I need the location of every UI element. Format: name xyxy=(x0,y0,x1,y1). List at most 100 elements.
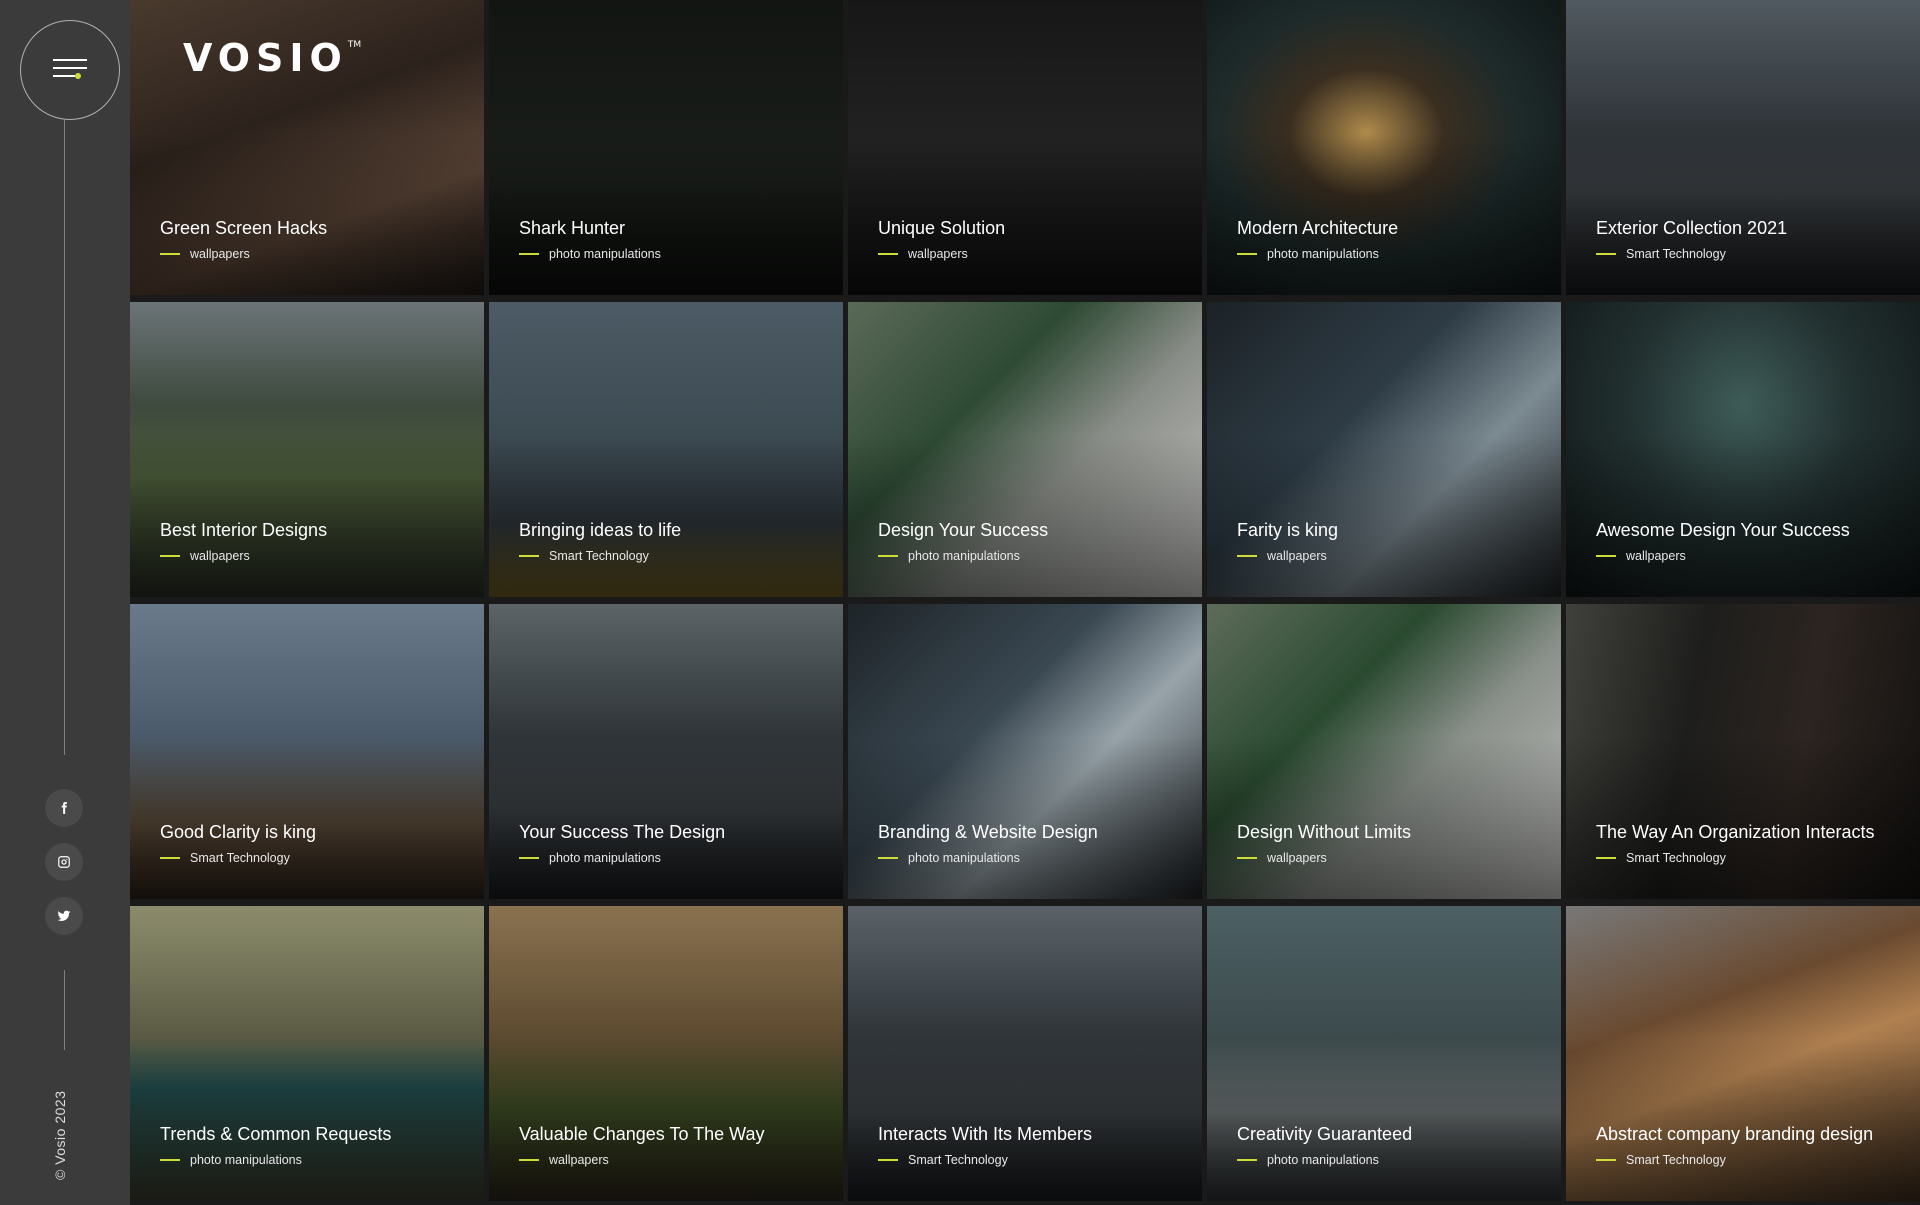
accent-dash xyxy=(1237,1159,1257,1161)
portfolio-title[interactable]: Trends & Common Requests xyxy=(160,1124,391,1145)
portfolio-title[interactable]: Green Screen Hacks xyxy=(160,218,327,239)
portfolio-category[interactable]: photo manipulations xyxy=(160,1153,302,1167)
instagram-link[interactable] xyxy=(45,843,83,881)
portfolio-title[interactable]: Best Interior Designs xyxy=(160,520,327,541)
portfolio-category[interactable]: Smart Technology xyxy=(519,549,649,563)
portfolio-title[interactable]: Interacts With Its Members xyxy=(878,1124,1092,1145)
portfolio-card[interactable]: Branding & Website Design photo manipulat… xyxy=(848,604,1202,899)
category-label: Smart Technology xyxy=(908,1153,1008,1167)
category-label: wallpapers xyxy=(1267,549,1327,563)
portfolio-category[interactable]: Smart Technology xyxy=(160,851,290,865)
category-label: photo manipulations xyxy=(549,247,661,261)
accent-dash xyxy=(878,253,898,255)
category-label: photo manipulations xyxy=(190,1153,302,1167)
site-logo[interactable]: VOSIOTM xyxy=(183,36,361,80)
portfolio-title[interactable]: Bringing ideas to life xyxy=(519,520,681,541)
category-label: wallpapers xyxy=(549,1153,609,1167)
portfolio-category[interactable]: photo manipulations xyxy=(1237,247,1379,261)
portfolio-category[interactable]: Smart Technology xyxy=(1596,1153,1726,1167)
category-label: wallpapers xyxy=(1626,549,1686,563)
portfolio-card[interactable]: Good Clarity is king Smart Technology xyxy=(130,604,484,899)
portfolio-card[interactable]: Your Success The Design photo manipulatio… xyxy=(489,604,843,899)
portfolio-category[interactable]: photo manipulations xyxy=(519,247,661,261)
portfolio-category[interactable]: wallpapers xyxy=(1237,549,1327,563)
portfolio-card[interactable]: Shark Hunter photo manipulations xyxy=(489,0,843,295)
portfolio-card[interactable]: The Way An Organization Interacts Smart T… xyxy=(1566,604,1920,899)
portfolio-title[interactable]: Unique Solution xyxy=(878,218,1005,239)
portfolio-category[interactable]: wallpapers xyxy=(1237,851,1327,865)
category-label: wallpapers xyxy=(190,247,250,261)
accent-dash xyxy=(160,555,180,557)
logo-trademark: TM xyxy=(347,40,362,50)
portfolio-card[interactable]: Abstract company branding design Smart Te… xyxy=(1566,906,1920,1201)
portfolio-card[interactable]: Farity is king wallpapers xyxy=(1207,302,1561,597)
portfolio-title[interactable]: Valuable Changes To The Way xyxy=(519,1124,765,1145)
portfolio-category[interactable]: photo manipulations xyxy=(878,549,1020,563)
portfolio-title[interactable]: Good Clarity is king xyxy=(160,822,316,843)
accent-dash xyxy=(519,253,539,255)
portfolio-card[interactable]: Exterior Collection 2021 Smart Technology xyxy=(1566,0,1920,295)
accent-dash xyxy=(878,1159,898,1161)
category-label: Smart Technology xyxy=(190,851,290,865)
portfolio-card[interactable]: Modern Architecture photo manipulations xyxy=(1207,0,1561,295)
sidebar: © Vosio 2023 xyxy=(0,0,130,1205)
accent-dash xyxy=(1596,253,1616,255)
portfolio-card[interactable]: Design Your Success photo manipulations xyxy=(848,302,1202,597)
category-label: Smart Technology xyxy=(1626,247,1726,261)
portfolio-card[interactable]: Creativity Guaranteed photo manipulations xyxy=(1207,906,1561,1201)
menu-toggle-button[interactable] xyxy=(20,20,120,120)
category-label: wallpapers xyxy=(190,549,250,563)
portfolio-card[interactable]: Trends & Common Requests photo manipulati… xyxy=(130,906,484,1201)
portfolio-category[interactable]: photo manipulations xyxy=(519,851,661,865)
sidebar-divider-bottom xyxy=(64,970,65,1050)
portfolio-card[interactable]: Valuable Changes To The Way wallpapers xyxy=(489,906,843,1201)
accent-dash xyxy=(160,1159,180,1161)
portfolio-category[interactable]: wallpapers xyxy=(878,247,968,261)
facebook-link[interactable] xyxy=(45,789,83,827)
twitter-link[interactable] xyxy=(45,897,83,935)
portfolio-card[interactable]: Bringing ideas to life Smart Technology xyxy=(489,302,843,597)
portfolio-title[interactable]: Design Your Success xyxy=(878,520,1048,541)
portfolio-category[interactable]: wallpapers xyxy=(1596,549,1686,563)
portfolio-category[interactable]: photo manipulations xyxy=(878,851,1020,865)
portfolio-title[interactable]: Farity is king xyxy=(1237,520,1338,541)
portfolio-grid: Green Screen Hacks wallpapers Shark Hunter… xyxy=(130,0,1920,1205)
accent-dash xyxy=(519,555,539,557)
category-label: photo manipulations xyxy=(1267,247,1379,261)
portfolio-title[interactable]: The Way An Organization Interacts xyxy=(1596,822,1874,843)
accent-dash xyxy=(1596,857,1616,859)
portfolio-category[interactable]: wallpapers xyxy=(519,1153,609,1167)
portfolio-title[interactable]: Design Without Limits xyxy=(1237,822,1411,843)
category-label: photo manipulations xyxy=(549,851,661,865)
portfolio-category[interactable]: wallpapers xyxy=(160,247,250,261)
portfolio-card[interactable]: Best Interior Designs wallpapers xyxy=(130,302,484,597)
portfolio-title[interactable]: Exterior Collection 2021 xyxy=(1596,218,1787,239)
portfolio-card[interactable]: Interacts With Its Members Smart Technolo… xyxy=(848,906,1202,1201)
accent-dash xyxy=(1237,253,1257,255)
copyright-text: © Vosio 2023 xyxy=(52,1090,68,1181)
portfolio-title[interactable]: Branding & Website Design xyxy=(878,822,1098,843)
accent-dash xyxy=(1596,1159,1616,1161)
portfolio-category[interactable]: Smart Technology xyxy=(878,1153,1008,1167)
facebook-icon xyxy=(61,802,67,814)
portfolio-card[interactable]: Unique Solution wallpapers xyxy=(848,0,1202,295)
portfolio-card[interactable]: Design Without Limits wallpapers xyxy=(1207,604,1561,899)
portfolio-title[interactable]: Awesome Design Your Success xyxy=(1596,520,1850,541)
category-label: Smart Technology xyxy=(549,549,649,563)
accent-dash xyxy=(1596,555,1616,557)
portfolio-category[interactable]: Smart Technology xyxy=(1596,247,1726,261)
portfolio-title[interactable]: Creativity Guaranteed xyxy=(1237,1124,1412,1145)
portfolio-title[interactable]: Modern Architecture xyxy=(1237,218,1398,239)
portfolio-category[interactable]: photo manipulations xyxy=(1237,1153,1379,1167)
accent-dash xyxy=(160,857,180,859)
portfolio-category[interactable]: Smart Technology xyxy=(1596,851,1726,865)
portfolio-title[interactable]: Your Success The Design xyxy=(519,822,725,843)
portfolio-card[interactable]: Awesome Design Your Success wallpapers xyxy=(1566,302,1920,597)
hamburger-menu-icon xyxy=(53,59,87,81)
portfolio-category[interactable]: wallpapers xyxy=(160,549,250,563)
category-label: Smart Technology xyxy=(1626,1153,1726,1167)
portfolio-title[interactable]: Shark Hunter xyxy=(519,218,625,239)
portfolio-title[interactable]: Abstract company branding design xyxy=(1596,1124,1873,1145)
accent-dash xyxy=(1237,857,1257,859)
accent-dash xyxy=(878,555,898,557)
